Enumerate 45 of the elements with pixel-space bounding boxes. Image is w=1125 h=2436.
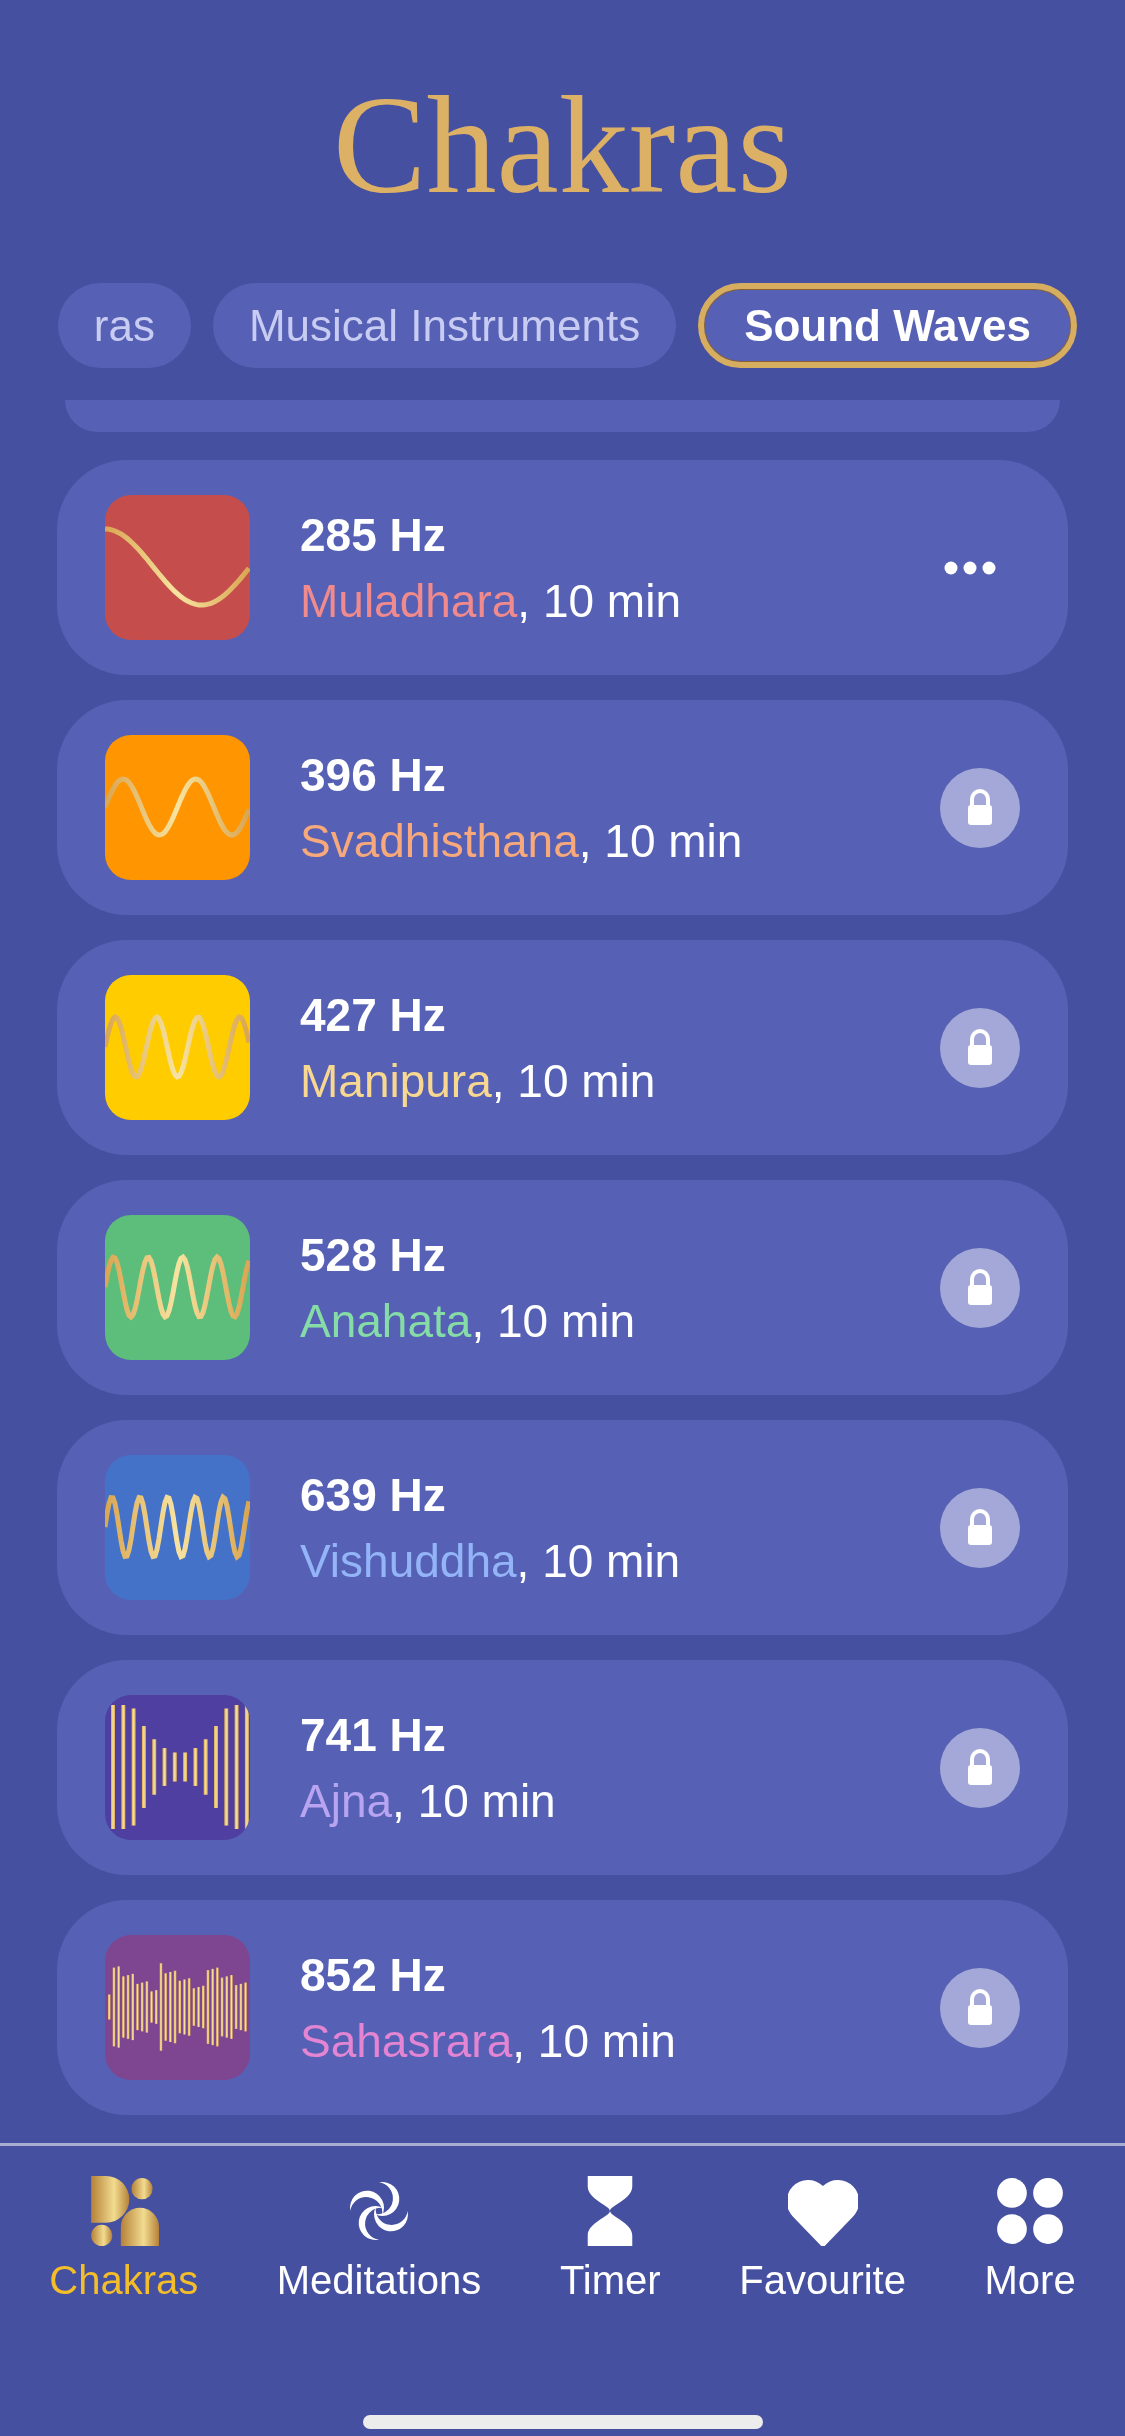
nav-tab[interactable]: Timer: [559, 2176, 661, 2303]
track-subtitle: Sahasrara, 10 min: [300, 2013, 677, 2068]
track-subtitle: Anahata, 10 min: [300, 1293, 637, 1348]
frequency-label: 396 Hz: [300, 747, 447, 802]
frequency-label: 741 Hz: [300, 1707, 447, 1762]
lock-icon[interactable]: [940, 1727, 1020, 1808]
track-subtitle: Ajna, 10 min: [300, 1773, 557, 1828]
category-tab[interactable]: ras: [57, 283, 191, 368]
track-card[interactable]: 852 Hz Sahasrara, 10 min: [57, 1900, 1068, 2115]
sound-wave-icon: [105, 1455, 250, 1600]
track-card[interactable]: 396 Hz Svadhisthana, 10 min: [57, 700, 1068, 915]
category-tab[interactable]: Musical Instruments: [212, 283, 677, 368]
track-subtitle: Muladhara, 10 min: [300, 573, 682, 628]
sound-wave-icon: [105, 735, 250, 880]
chakra-shapes-icon: [88, 2176, 159, 2246]
sound-wave-icon: [105, 1215, 250, 1360]
frequency-label: 528 Hz: [300, 1227, 447, 1282]
lock-icon[interactable]: [940, 1967, 1020, 2048]
track-card[interactable]: 427 Hz Manipura, 10 min: [57, 940, 1068, 1155]
more-icon[interactable]: [944, 560, 996, 575]
frequency-label: 852 Hz: [300, 1947, 447, 2002]
category-tab[interactable]: Sound Waves: [698, 283, 1077, 368]
frequency-label: 427 Hz: [300, 987, 447, 1042]
nav-tab[interactable]: Favourite: [739, 2176, 906, 2303]
lock-icon[interactable]: [940, 767, 1020, 848]
nav-tab[interactable]: Meditations: [276, 2176, 482, 2303]
frequency-label: 285 Hz: [300, 507, 447, 562]
grid-icon: [995, 2176, 1066, 2246]
sound-wave-icon: [105, 1695, 250, 1840]
sound-wave-icon: [105, 1935, 250, 2080]
sound-wave-icon: [105, 975, 250, 1120]
track-subtitle: Svadhisthana, 10 min: [300, 813, 744, 868]
sound-wave-icon: [105, 495, 250, 640]
lock-icon[interactable]: [940, 1487, 1020, 1568]
lock-icon[interactable]: [940, 1247, 1020, 1328]
nav-tab[interactable]: More: [984, 2176, 1076, 2303]
track-card[interactable]: 528 Hz Anahata, 10 min: [57, 1180, 1068, 1395]
track-card[interactable]: 285 Hz Muladhara, 10 min: [57, 460, 1068, 675]
track-subtitle: Vishuddha, 10 min: [300, 1533, 682, 1588]
lock-icon[interactable]: [940, 1007, 1020, 1088]
frequency-label: 639 Hz: [300, 1467, 447, 1522]
track-subtitle: Manipura, 10 min: [300, 1053, 657, 1108]
track-card[interactable]: 741 Hz Ajna, 10 min: [57, 1660, 1068, 1875]
track-card[interactable]: 639 Hz Vishuddha, 10 min: [57, 1420, 1068, 1635]
nav-tab[interactable]: Chakras: [49, 2176, 199, 2303]
